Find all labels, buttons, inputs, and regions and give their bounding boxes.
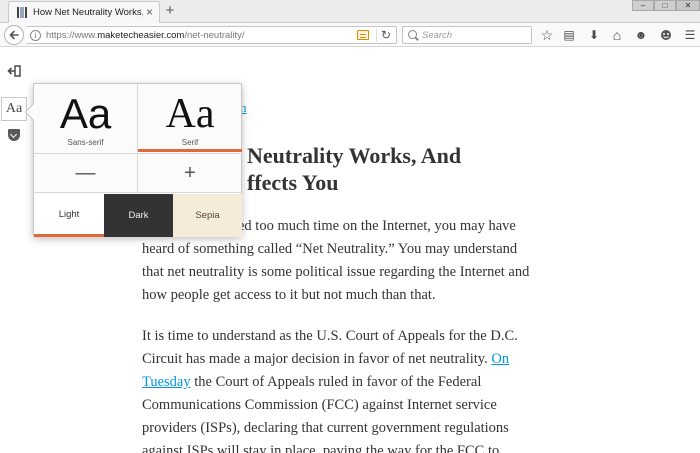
tab-title: How Net Neutrality Works,... xyxy=(33,7,143,18)
paragraph-2-text-after: the Court of Appeals ruled in favor of t… xyxy=(142,374,509,453)
minimize-button[interactable]: – xyxy=(632,0,654,11)
type-controls-popup: Aa Sans-serif Aa Serif — + Light Dark Se… xyxy=(24,83,242,237)
sans-serif-sample: Aa xyxy=(59,90,112,137)
exit-reader-icon xyxy=(7,65,21,77)
back-button[interactable] xyxy=(4,25,24,45)
site-info-icon[interactable]: i xyxy=(30,30,41,41)
url-divider xyxy=(376,29,377,42)
paragraph-2-text-before: It is time to understand as the U.S. Cou… xyxy=(142,328,518,367)
home-icon[interactable]: ⌂ xyxy=(609,27,625,43)
save-to-pocket-button[interactable] xyxy=(1,123,27,147)
increase-font-size-button[interactable]: + xyxy=(138,154,242,193)
url-host: https://www. xyxy=(46,30,98,41)
navigation-bar: i https://www.maketecheasier.com/net-neu… xyxy=(0,23,700,47)
download-icon[interactable]: ⬇ xyxy=(586,27,602,43)
decrease-font-size-button[interactable]: — xyxy=(34,154,138,193)
url-text[interactable]: https://www.maketecheasier.com/net-neutr… xyxy=(46,30,245,41)
dark-theme-button[interactable]: Dark xyxy=(104,194,173,237)
site-favicon-icon xyxy=(17,7,28,18)
sans-serif-option[interactable]: Aa Sans-serif xyxy=(34,84,138,152)
font-size-controls: — + xyxy=(34,153,242,193)
color-scheme-controls: Light Dark Sepia xyxy=(34,194,242,237)
exit-reader-button[interactable] xyxy=(1,59,27,83)
url-path: /net-neutrality/ xyxy=(184,30,245,41)
pocket-icon xyxy=(8,129,20,141)
sync-glyph-icon xyxy=(661,30,671,40)
light-theme-button[interactable]: Light xyxy=(34,194,104,237)
new-tab-button[interactable]: + xyxy=(163,3,177,19)
reload-icon[interactable]: ↻ xyxy=(381,28,391,42)
serif-label: Serif xyxy=(181,138,199,147)
article-paragraph-2: It is time to understand as the U.S. Cou… xyxy=(142,325,542,453)
menu-icon[interactable]: ☰ xyxy=(682,27,698,43)
back-arrow-icon xyxy=(9,30,19,40)
sync-icon[interactable] xyxy=(658,27,674,43)
search-placeholder: Search xyxy=(422,30,453,41)
window-close-button[interactable]: ✕ xyxy=(676,0,700,11)
maximize-button[interactable]: □ xyxy=(654,0,676,11)
chat-icon[interactable]: ☻ xyxy=(633,27,649,43)
sans-serif-label: Sans-serif xyxy=(67,138,104,147)
sepia-theme-button[interactable]: Sepia xyxy=(173,194,242,237)
bookmark-star-icon[interactable]: ☆ xyxy=(539,27,555,43)
url-bar[interactable]: i https://www.maketecheasier.com/net-neu… xyxy=(26,26,397,44)
type-controls-button[interactable]: Aa xyxy=(1,97,27,121)
tab-strip: How Net Neutrality Works,... × + – □ ✕ xyxy=(0,0,700,23)
browser-tab[interactable]: How Net Neutrality Works,... × xyxy=(8,1,160,23)
serif-option[interactable]: Aa Serif xyxy=(138,84,242,152)
reading-list-icon[interactable]: ▤ xyxy=(561,27,577,43)
search-input[interactable]: Search xyxy=(402,26,532,44)
serif-sample: Aa xyxy=(165,91,215,137)
url-domain: maketecheasier.com xyxy=(97,30,185,41)
tab-close-icon[interactable]: × xyxy=(146,5,153,19)
reader-view-icon[interactable] xyxy=(357,30,369,40)
search-icon xyxy=(408,30,417,39)
